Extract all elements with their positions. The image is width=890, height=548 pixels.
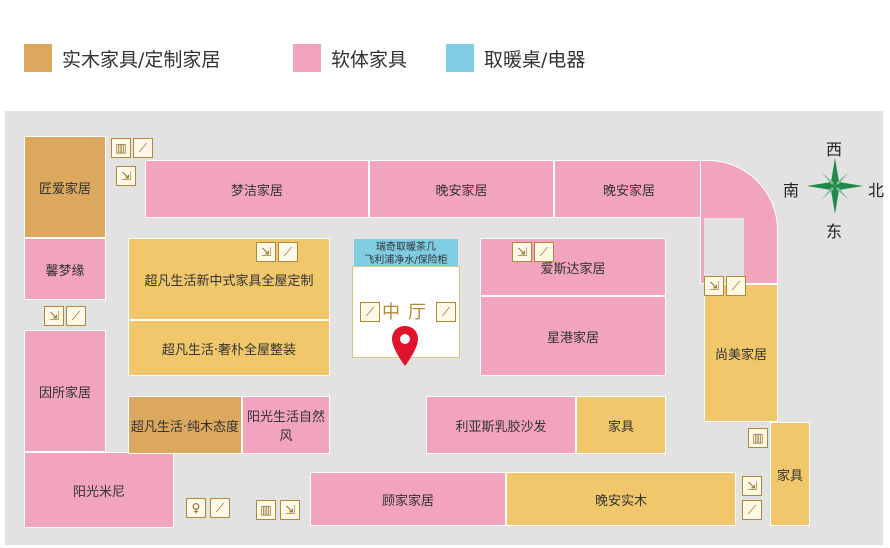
fire-exit-icon: ⇲ bbox=[512, 242, 532, 262]
store-mengjie[interactable]: 梦洁家居 bbox=[145, 160, 369, 218]
escalator-icon: ⟋ bbox=[436, 302, 456, 322]
fire-exit-icon: ⇲ bbox=[280, 500, 300, 520]
store-label: 超凡生活·奢朴全屋整装 bbox=[161, 342, 297, 358]
store-jiaju-mid[interactable]: 家具 bbox=[576, 396, 666, 454]
elevator-icon: ▥ bbox=[111, 138, 131, 158]
banner-line1: 瑞奇取暖茶几 bbox=[376, 242, 436, 253]
compass-south-label: 南 bbox=[783, 181, 800, 200]
store-label: 因所家居 bbox=[38, 385, 91, 401]
fire-exit-icon: ⇲ bbox=[116, 166, 136, 186]
escalator-icon: ⟋ bbox=[278, 242, 298, 262]
store-chaofan-chunmu[interactable]: 超凡生活·纯木态度 bbox=[128, 396, 242, 454]
fire-exit-icon: ⇲ bbox=[704, 276, 724, 296]
legend-label-solidwood: 实木家具/定制家居 bbox=[62, 48, 221, 71]
store-chaofan-xinzhongshi[interactable]: 超凡生活新中式家具全屋定制 bbox=[128, 238, 330, 320]
hall-title: 中厅 bbox=[382, 302, 434, 323]
store-label: 梦洁家居 bbox=[230, 183, 283, 199]
store-label: 顾家家居 bbox=[381, 493, 434, 509]
location-pin-icon[interactable] bbox=[392, 326, 418, 366]
fire-exit-icon: ⇲ bbox=[44, 306, 64, 326]
store-jiaju-right[interactable]: 家具 bbox=[770, 422, 810, 526]
store-yangguangmini[interactable]: 阳光米尼 bbox=[24, 452, 174, 528]
compass-north-label: 北 bbox=[868, 181, 885, 200]
escalator-icon: ⟋ bbox=[534, 242, 554, 262]
escalator-icon: ⟋ bbox=[360, 302, 380, 322]
store-wanan-shimu[interactable]: 晚安实木 bbox=[506, 472, 736, 526]
store-label: 超凡生活·纯木态度 bbox=[130, 419, 240, 435]
legend-swatch-heater bbox=[446, 44, 474, 72]
store-label: 星港家居 bbox=[546, 330, 599, 346]
store-label: 利亚斯乳胶沙发 bbox=[455, 419, 547, 435]
store-label: 家具 bbox=[607, 419, 634, 435]
store-chaofan-shepu[interactable]: 超凡生活·奢朴全屋整装 bbox=[128, 320, 330, 376]
store-label: 阳光生活自然风 bbox=[246, 410, 325, 444]
store-liyasi[interactable]: 利亚斯乳胶沙发 bbox=[426, 396, 576, 454]
escalator-icon: ⟋ bbox=[133, 138, 153, 158]
restroom-icon: ♀ bbox=[186, 498, 206, 518]
store-gujia[interactable]: 顾家家居 bbox=[310, 472, 506, 526]
legend-swatch-soft bbox=[293, 44, 321, 72]
store-label: 尚美家居 bbox=[714, 347, 767, 363]
store-shangmei[interactable]: 尚美家居 bbox=[704, 284, 778, 422]
legend-item-soft: 软体家具 bbox=[293, 44, 407, 72]
store-label: 晚安实木 bbox=[594, 493, 647, 509]
compass-west-label: 西 bbox=[826, 140, 843, 159]
store-label: 超凡生活新中式家具全屋定制 bbox=[144, 273, 314, 289]
store-label: 阳光米尼 bbox=[72, 484, 125, 500]
store-yangguang-ziranfeng[interactable]: 阳光生活自然风 bbox=[242, 396, 330, 454]
elevator-icon: ▥ bbox=[256, 500, 276, 520]
escalator-icon: ⟋ bbox=[210, 498, 230, 518]
compass-east-label: 东 bbox=[826, 222, 843, 241]
store-label: 晚安家居 bbox=[435, 183, 488, 199]
store-wanan-top1[interactable]: 晚安家居 bbox=[369, 160, 554, 218]
heater-banner[interactable]: 瑞奇取暖茶几 飞利浦净水/保险柜 bbox=[354, 239, 458, 267]
legend-swatch-solidwood bbox=[24, 44, 52, 72]
escalator-icon: ⟋ bbox=[726, 276, 746, 296]
store-label: 匠爱家居 bbox=[38, 181, 91, 197]
store-yinsuo[interactable]: 因所家居 bbox=[24, 330, 106, 452]
store-wanan-top2[interactable]: 晚安家居 bbox=[554, 160, 704, 218]
store-aisida[interactable]: 爱斯达家居 bbox=[480, 238, 666, 296]
store-xinmengyuan[interactable]: 馨梦缘 bbox=[24, 238, 106, 300]
escalator-icon: ⟋ bbox=[742, 500, 762, 520]
store-label: 家具 bbox=[776, 468, 803, 484]
store-label: 晚安家居 bbox=[602, 183, 655, 199]
fire-exit-icon: ⇲ bbox=[256, 242, 276, 262]
escalator-icon: ⟋ bbox=[66, 306, 86, 326]
legend-label-soft: 软体家具 bbox=[331, 48, 408, 71]
legend-label-heater: 取暖桌/电器 bbox=[484, 48, 586, 71]
fire-exit-icon: ⇲ bbox=[742, 476, 762, 496]
inner-corner bbox=[704, 218, 744, 284]
store-label: 馨梦缘 bbox=[45, 263, 85, 279]
legend-item-solidwood: 实木家具/定制家居 bbox=[24, 44, 220, 72]
elevator-icon: ▥ bbox=[748, 428, 768, 448]
compass-icon bbox=[807, 158, 863, 214]
legend-item-heater: 取暖桌/电器 bbox=[446, 44, 585, 72]
store-jiangai[interactable]: 匠爱家居 bbox=[24, 136, 106, 238]
store-xinggang[interactable]: 星港家居 bbox=[480, 296, 666, 376]
